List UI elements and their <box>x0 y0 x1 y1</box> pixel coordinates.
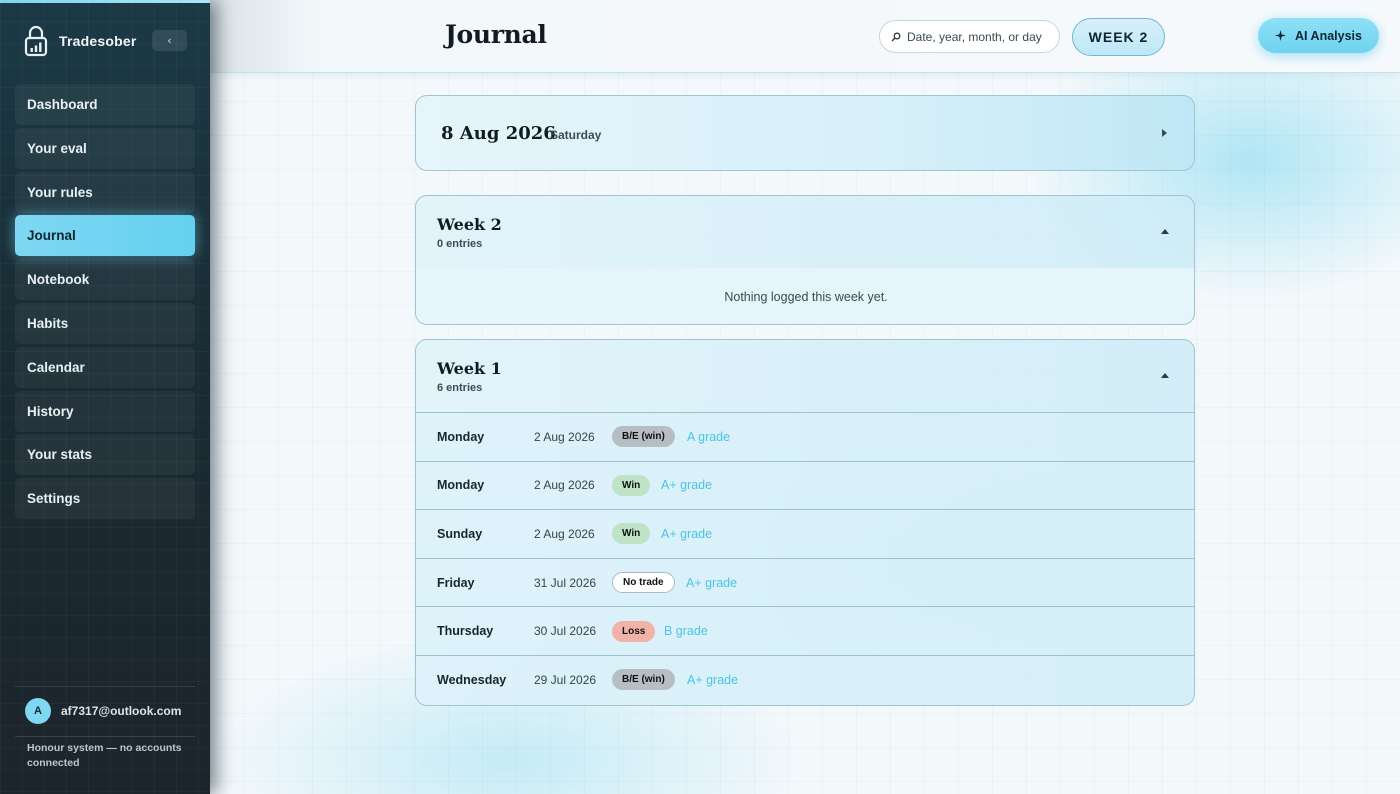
brand-name: Tradesober <box>59 33 137 49</box>
entry-date: 30 Jul 2026 <box>534 624 597 639</box>
week-selector-button[interactable]: WEEK 2 <box>1072 18 1165 56</box>
sidebar: Tradesober ‹ Dashboard Your eval Your ru… <box>0 0 210 794</box>
grade-label: A+ grade <box>686 575 738 590</box>
sidebar-item-label: Settings <box>27 491 81 507</box>
entry-day: Monday <box>437 429 485 444</box>
journal-entry-row[interactable]: Thursday 30 Jul 2026 Loss B grade <box>416 606 1194 655</box>
entry-date: 31 Jul 2026 <box>534 575 597 590</box>
sidebar-divider <box>15 736 195 737</box>
grade-label: A grade <box>687 429 731 444</box>
honour-system-note: Honour system — no accounts connected <box>27 742 182 769</box>
entry-date: 2 Aug 2026 <box>534 478 595 493</box>
grade-label: A+ grade <box>687 672 739 687</box>
avatar: A <box>25 698 51 724</box>
journal-entry-row[interactable]: Friday 31 Jul 2026 No trade A+ grade <box>416 557 1194 607</box>
entry-day: Friday <box>437 575 475 590</box>
sidebar-item-notebook[interactable]: Notebook <box>15 259 195 301</box>
sparkle-icon <box>1275 30 1287 41</box>
journal-entry-row[interactable]: Wednesday 29 Jul 2026 B/E (win) A+ grade <box>416 654 1194 704</box>
search-input[interactable] <box>907 29 1057 44</box>
entry-date: 8 Aug 2026 <box>441 123 556 144</box>
sidebar-item-label: Journal <box>27 228 76 244</box>
sidebar-item-history[interactable]: History <box>15 390 195 432</box>
user-email: af7317@outlook.com <box>61 704 182 718</box>
journal-entry-row[interactable]: Sunday 2 Aug 2026 Win A+ grade <box>416 509 1194 558</box>
search-box[interactable] <box>879 20 1060 53</box>
chevron-up-icon[interactable] <box>1161 373 1169 378</box>
empty-week-message: Nothing logged this week yet. <box>416 268 1194 324</box>
sidebar-item-label: History <box>27 403 74 419</box>
sidebar-divider <box>15 686 195 687</box>
sidebar-item-label: Calendar <box>27 359 85 375</box>
week-2-section: Week 2 0 entries Nothing logged this wee… <box>415 195 1195 325</box>
sidebar-item-settings[interactable]: Settings <box>15 478 195 520</box>
sidebar-item-label: Your rules <box>27 184 93 200</box>
sidebar-item-journal[interactable]: Journal <box>15 215 195 257</box>
ai-analysis-label: AI Analysis <box>1295 28 1362 43</box>
grade-label: B grade <box>664 624 708 639</box>
top-bar: Journal WEEK 2 AI Analysis <box>210 0 1400 73</box>
sidebar-item-label: Dashboard <box>27 97 98 112</box>
sidebar-item-calendar[interactable]: Calendar <box>15 346 195 388</box>
search-icon <box>891 32 901 41</box>
sidebar-item-label: Your stats <box>27 447 93 463</box>
user-account[interactable]: A af7317@outlook.com <box>25 698 181 724</box>
week-title: Week 1 <box>437 359 502 378</box>
entry-day: Monday <box>437 478 485 493</box>
result-badge: B/E (win) <box>612 669 675 691</box>
entry-date: 2 Aug 2026 <box>534 429 595 444</box>
sidebar-item-label: Habits <box>27 315 69 331</box>
result-badge: Win <box>612 523 651 545</box>
sidebar-item-your-rules[interactable]: Your rules <box>15 171 195 213</box>
entry-day: Sunday <box>437 526 483 541</box>
entry-date: 29 Jul 2026 <box>534 672 597 687</box>
journal-entry-row[interactable]: Monday 2 Aug 2026 Win A+ grade <box>416 460 1194 510</box>
week-title: Week 2 <box>437 215 502 234</box>
sidebar-item-your-eval[interactable]: Your eval <box>15 127 195 169</box>
result-badge: Loss <box>612 620 656 642</box>
journal-entry-row[interactable]: Monday 2 Aug 2026 B/E (win) A grade <box>416 412 1194 461</box>
grade-label: A+ grade <box>661 478 713 493</box>
entry-day: Wednesday <box>437 672 507 687</box>
week-1-header[interactable]: Week 1 6 entries <box>416 340 1194 413</box>
chevron-up-icon[interactable] <box>1161 229 1169 234</box>
entry-weekday: Saturday <box>550 128 602 142</box>
lock-chart-icon <box>24 25 48 57</box>
chevron-right-icon[interactable] <box>1162 129 1167 137</box>
sidebar-item-dashboard[interactable]: Dashboard <box>15 84 195 125</box>
sidebar-item-your-stats[interactable]: Your stats <box>15 434 195 476</box>
entry-list: Monday 2 Aug 2026 B/E (win) A grade Mond… <box>416 412 1194 704</box>
grade-label: A+ grade <box>661 526 713 541</box>
week-1-section: Week 1 6 entries Monday 2 Aug 2026 B/E (… <box>415 339 1195 706</box>
brand[interactable]: Tradesober <box>24 25 136 57</box>
result-badge: No trade <box>612 572 675 594</box>
sidebar-item-label: Your eval <box>27 140 87 156</box>
result-badge: B/E (win) <box>612 426 675 448</box>
entry-date: 2 Aug 2026 <box>534 526 595 541</box>
today-entry-card[interactable]: 8 Aug 2026 Saturday <box>415 95 1195 171</box>
result-badge: Win <box>612 474 651 496</box>
entry-count: 6 entries <box>437 382 483 394</box>
sidebar-item-habits[interactable]: Habits <box>15 302 195 344</box>
entry-day: Thursday <box>437 624 494 639</box>
page-title: Journal <box>445 20 547 49</box>
collapse-sidebar-button[interactable]: ‹ <box>152 30 187 51</box>
sidebar-nav: Dashboard Your eval Your rules Journal N… <box>15 84 195 522</box>
entry-count: 0 entries <box>437 238 483 250</box>
sidebar-item-label: Notebook <box>27 272 90 288</box>
ai-analysis-button[interactable]: AI Analysis <box>1258 18 1379 53</box>
week-2-header[interactable]: Week 2 0 entries <box>416 196 1194 269</box>
